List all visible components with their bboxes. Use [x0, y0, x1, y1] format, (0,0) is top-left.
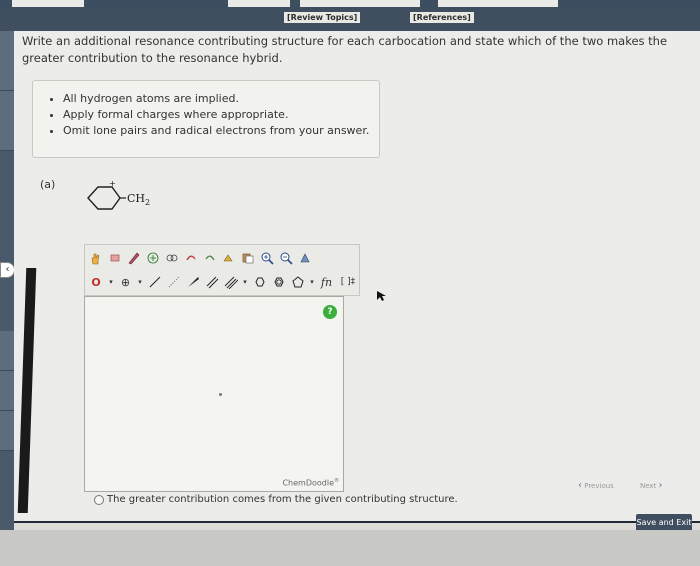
chevron-right-icon: › [658, 480, 663, 491]
chevron-down-icon[interactable]: ▾ [136, 274, 144, 291]
hint-item: All hydrogen atoms are implied. [63, 91, 379, 107]
bracket-button[interactable]: [ ]‡ [337, 274, 359, 291]
ch2-label: CH2 [127, 192, 150, 207]
oxygen-atom-button[interactable]: O [87, 274, 105, 291]
chemdoodle-label-text: ChemDoodle [282, 479, 334, 488]
hint-item: Apply formal charges where appropriate. [63, 107, 379, 123]
screen-bottom-edge [0, 530, 700, 566]
top-strip-block [228, 0, 290, 7]
top-strip-block [300, 0, 420, 7]
question-text: Write an additional resonance contributi… [22, 34, 668, 65]
answer-option[interactable]: The greater contribution comes from the … [94, 494, 458, 505]
chemdoodle-canvas[interactable]: ? ChemDoodle® [84, 296, 344, 492]
next-label: Next [640, 482, 657, 490]
template-icon[interactable] [220, 250, 237, 267]
canvas-dot [219, 393, 222, 396]
previous-button[interactable]: ‹ Previous [578, 480, 614, 491]
cyclohexane-template-icon[interactable] [251, 274, 268, 291]
charge-button[interactable]: ⊕ [117, 274, 134, 291]
cyclohexyl-carbocation-structure: + CH2 [87, 179, 150, 210]
chevron-down-icon[interactable]: ▾ [241, 274, 249, 291]
ring-fusion-icon[interactable] [163, 250, 180, 267]
chevron-down-icon[interactable]: ▾ [308, 274, 316, 291]
left-panel-segment [0, 411, 14, 451]
part-label: (a) [40, 178, 56, 191]
benzene-template-icon[interactable] [270, 274, 287, 291]
previous-label: Previous [584, 482, 614, 490]
next-button[interactable]: Next › [640, 480, 663, 491]
answer-radio[interactable] [94, 494, 104, 505]
zoom-out-icon[interactable] [277, 250, 294, 267]
left-panel-segment [0, 31, 14, 91]
hint-item: Omit lone pairs and radical electrons fr… [63, 123, 379, 139]
top-strip [0, 0, 700, 9]
ch-text: CH [127, 192, 145, 205]
cyclohexane-ring [87, 186, 121, 210]
chemdoodle-toolbar: O ▾ ⊕ ▾ ▾ ▾ fn [ ]‡ [84, 244, 360, 296]
references-link[interactable]: [References] [410, 12, 474, 23]
redo-icon[interactable] [201, 250, 218, 267]
hand-icon[interactable] [87, 250, 104, 267]
chemdoodle-label: ChemDoodle® [282, 478, 339, 488]
positive-charge: + [109, 179, 116, 188]
triple-bond-icon[interactable] [222, 274, 239, 291]
chevron-down-icon[interactable]: ▾ [107, 274, 115, 291]
dashed-bond-icon[interactable] [165, 274, 182, 291]
wedge-bond-icon[interactable] [184, 274, 201, 291]
copy-icon[interactable] [239, 250, 256, 267]
chevron-left-icon: ‹ [578, 480, 582, 491]
zoom-in-icon[interactable] [258, 250, 275, 267]
toolbar-row-1 [87, 247, 315, 269]
pencil-icon[interactable] [125, 250, 142, 267]
registered-mark: ® [334, 478, 339, 485]
eraser-icon[interactable] [106, 250, 123, 267]
top-strip-block [12, 0, 84, 7]
function-button[interactable]: fn [318, 274, 335, 291]
answer-text: The greater contribution comes from the … [107, 494, 458, 505]
mouse-cursor-icon [377, 291, 386, 301]
zoom-fit-icon[interactable] [144, 250, 161, 267]
clean-icon[interactable] [296, 250, 313, 267]
left-panel [0, 31, 14, 566]
double-bond-icon[interactable] [203, 274, 220, 291]
bottom-divider [14, 521, 700, 523]
cyclopentane-template-icon[interactable] [289, 274, 306, 291]
left-panel-segment [0, 331, 14, 371]
chevron-left-icon: ‹ [5, 264, 10, 275]
help-button[interactable]: ? [323, 305, 337, 319]
subscript-two: 2 [145, 198, 150, 207]
toolbar-row-2: O ▾ ⊕ ▾ ▾ ▾ fn [ ]‡ [87, 271, 361, 293]
left-panel-segment [0, 91, 14, 151]
top-strip-block [438, 0, 558, 7]
single-bond-icon[interactable] [146, 274, 163, 291]
hints-box: All hydrogen atoms are implied. Apply fo… [32, 80, 380, 158]
undo-icon[interactable] [182, 250, 199, 267]
left-panel-segment [0, 371, 14, 411]
review-topics-link[interactable]: [Review Topics] [284, 12, 361, 23]
